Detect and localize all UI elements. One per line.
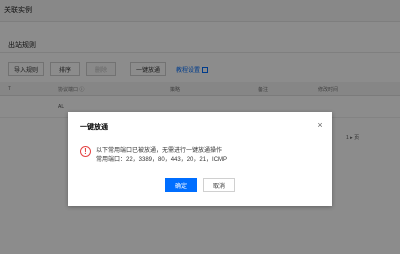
dialog-title: 一键放通 bbox=[80, 124, 108, 131]
dialog-message: 以下常用端口已被放通，无需进行一键放通操作 bbox=[96, 148, 223, 154]
cancel-button[interactable]: 取消 bbox=[203, 178, 235, 192]
dialog-ports-message: 常用端口：22，3389，80，443，20，21，ICMP bbox=[96, 157, 228, 163]
close-icon[interactable]: × bbox=[316, 121, 324, 130]
open-all-dialog: 一键放通 × ! 以下常用端口已被放通，无需进行一键放通操作 常用端口：22，3… bbox=[68, 112, 332, 206]
confirm-button[interactable]: 确定 bbox=[165, 178, 197, 192]
alert-icon: ! bbox=[80, 146, 91, 157]
